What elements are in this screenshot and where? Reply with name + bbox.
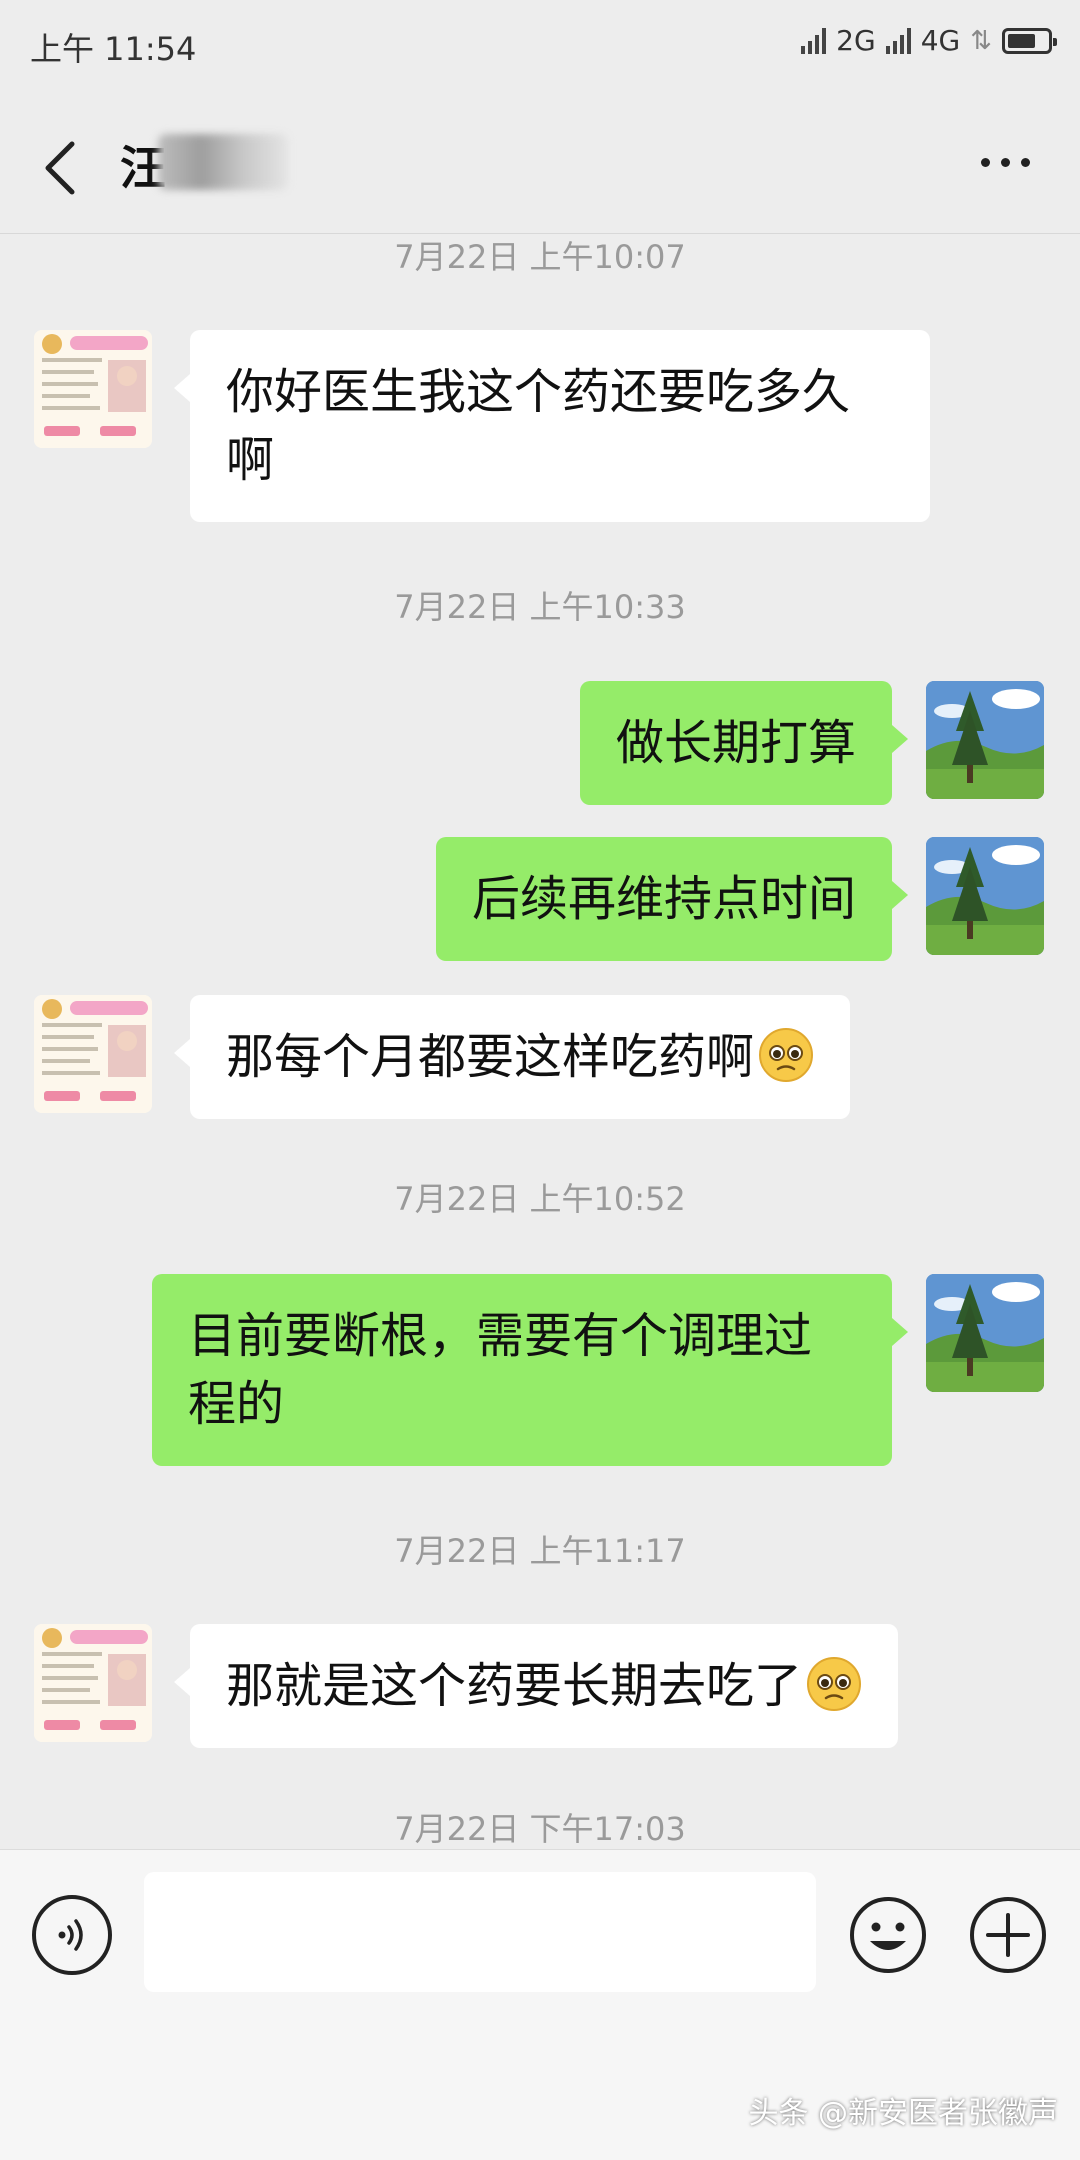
watermark: 头条 @新安医者张徽声 [748, 2096, 1058, 2131]
message-text: 那就是这个药要长期去吃了 [226, 1658, 803, 1714]
signal-icon-2 [885, 27, 911, 54]
more-dots-icon[interactable] [981, 158, 1030, 167]
outgoing-message[interactable]: 做长期打算 [579, 681, 909, 805]
data-arrows-icon: ⇅ [970, 25, 992, 56]
voice-icon[interactable] [32, 1895, 112, 1975]
status-indicators: 2G 4G ⇅ [801, 24, 1057, 57]
plus-icon[interactable] [968, 1895, 1048, 1975]
incoming-message[interactable]: 那就是这个药要长期去吃了 [173, 1624, 899, 1748]
status-time: 上午 11:54 [30, 30, 197, 68]
timestamp: 7月22日 上午11:17 [394, 1532, 686, 1570]
my-avatar[interactable] [926, 1274, 1044, 1392]
outgoing-message[interactable]: 后续再维持点时间 [435, 837, 909, 961]
back-arrow-icon[interactable] [38, 138, 82, 198]
message-text: 那每个月都要这样吃药啊 [226, 1029, 755, 1085]
timestamp: 7月22日 上午10:07 [394, 238, 686, 276]
pleading-face-emoji [807, 1657, 862, 1711]
chat-header: 汪 [0, 92, 1080, 234]
contact-avatar[interactable] [34, 1624, 152, 1742]
emoji-face-icon[interactable] [848, 1895, 928, 1975]
pleading-face-emoji [759, 1028, 814, 1082]
incoming-message[interactable]: 那每个月都要这样吃药啊 [173, 995, 851, 1119]
network-type-1: 2G [836, 24, 876, 57]
incoming-message[interactable]: 你好医生我这个药还要吃多久啊 [174, 330, 930, 522]
contact-avatar[interactable] [34, 995, 152, 1113]
network-type-2: 4G [920, 24, 961, 57]
status-bar: 上午 11:54 2G 4G ⇅ [0, 0, 1080, 92]
timestamp: 7月22日 上午10:33 [394, 588, 686, 626]
input-bar: 头条 @新安医者张徽声 [0, 1849, 1080, 2160]
timestamp: 7月22日 下午17:03 [394, 1810, 686, 1848]
battery-icon [1002, 27, 1057, 54]
message-text: 后续再维持点时间 [471, 871, 856, 927]
my-avatar[interactable] [926, 681, 1044, 799]
message-text: 你好医生我这个药还要吃多久啊 [226, 364, 851, 488]
message-input[interactable] [144, 1872, 816, 1992]
message-list[interactable]: 7月22日 上午10:07 你好医生我这个药还要吃多久啊 7月22日 上午10:… [0, 234, 1080, 1849]
contact-avatar[interactable] [34, 330, 152, 448]
message-text: 做长期打算 [615, 715, 856, 771]
name-redaction [158, 134, 288, 190]
message-text: 目前要断根，需要有个调理过程的 [188, 1308, 813, 1432]
signal-icon [801, 27, 827, 54]
my-avatar[interactable] [926, 837, 1044, 955]
outgoing-message[interactable]: 目前要断根，需要有个调理过程的 [152, 1274, 908, 1466]
timestamp: 7月22日 上午10:52 [394, 1180, 686, 1218]
